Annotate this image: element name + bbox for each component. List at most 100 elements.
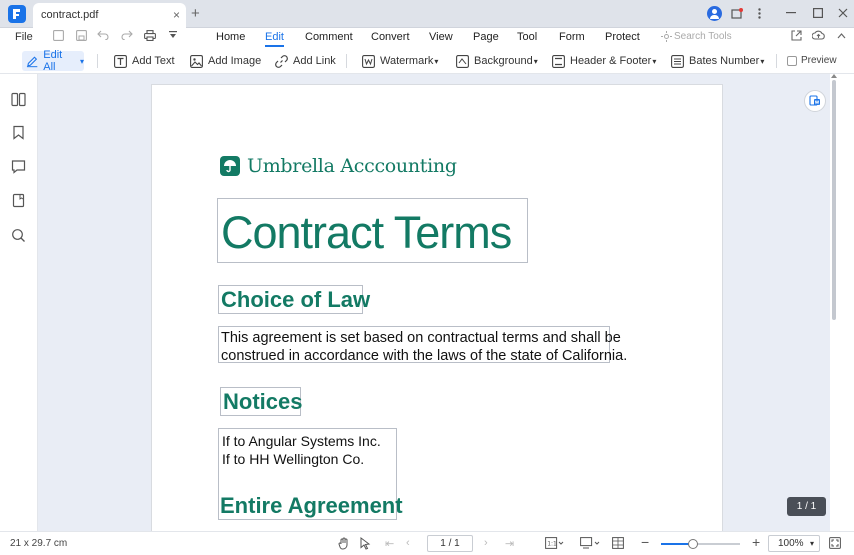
add-link-button[interactable]: Add Link [275, 51, 336, 71]
entire-agreement-heading: Entire Agreement [220, 493, 403, 518]
menu-edit[interactable]: Edit [265, 31, 284, 47]
scrollbar-thumb[interactable] [832, 80, 836, 320]
account-avatar-icon[interactable] [707, 6, 722, 21]
menu-view[interactable]: View [429, 31, 453, 43]
fullscreen-icon[interactable] [829, 537, 841, 549]
add-link-label: Add Link [293, 55, 336, 67]
menu-bar: File Home Edit Comment Convert View Page… [0, 28, 854, 48]
edit-pen-icon [26, 56, 38, 67]
watermark-label: Watermark [380, 55, 434, 67]
choice-of-law-body-box[interactable]: This agreement is set based on contractu… [218, 326, 627, 364]
zoom-level-select[interactable]: 100% ▾ [768, 535, 820, 552]
page-size-label: 21 x 29.7 cm [10, 538, 68, 549]
scroll-up-icon[interactable] [831, 74, 837, 78]
pdf-page: Umbrella Acccounting Contract Terms Choi… [151, 84, 723, 544]
add-image-icon [190, 54, 203, 68]
edit-all-button[interactable]: Edit All ▾ [22, 49, 84, 73]
title-bar: contract.pdf × + [0, 0, 854, 28]
next-page-icon[interactable]: › [484, 537, 488, 549]
thumbnails-icon[interactable] [11, 92, 26, 107]
toolbar-divider [97, 54, 98, 68]
page-title: Contract Terms [221, 207, 512, 258]
choice-of-law-heading-box[interactable]: Choice of Law [218, 285, 370, 314]
background-label: Background [474, 55, 533, 67]
print-icon[interactable] [143, 30, 157, 44]
header-footer-label: Header & Footer [570, 55, 652, 67]
previous-page-icon[interactable]: ‹ [406, 537, 410, 549]
notices-body-box[interactable]: If to Angular Systems Inc. If to HH Well… [218, 428, 403, 520]
notice-line: If to Angular Systems Inc. [222, 433, 381, 449]
menu-protect[interactable]: Protect [605, 31, 640, 43]
cloud-upload-icon[interactable] [811, 30, 825, 44]
notification-icon[interactable] [729, 4, 745, 22]
toolbar-divider [346, 54, 347, 68]
convert-to-word-button[interactable] [804, 90, 826, 112]
chevron-down-icon: ▾ [760, 56, 765, 66]
zoom-slider[interactable] [661, 539, 740, 549]
bates-number-label: Bates Number [689, 55, 760, 67]
customize-quick-access-icon[interactable] [166, 30, 180, 44]
document-tab[interactable]: contract.pdf × [33, 3, 186, 28]
first-page-icon[interactable]: ⇤ [385, 537, 394, 550]
actual-size-icon[interactable]: 1:1 [545, 537, 565, 549]
maximize-icon[interactable] [810, 4, 826, 22]
word-icon [809, 95, 820, 106]
link-icon [275, 54, 288, 68]
menu-page[interactable]: Page [473, 31, 499, 43]
undo-icon[interactable] [96, 30, 110, 44]
toolbar-divider [776, 54, 777, 68]
page-number-input[interactable]: 1 / 1 [427, 535, 473, 552]
redo-icon[interactable] [120, 30, 134, 44]
save-icon[interactable] [51, 30, 65, 44]
search-icon[interactable] [11, 228, 26, 243]
bates-number-dropdown[interactable]: Bates Number ▾ [671, 51, 764, 71]
zoom-slider-knob[interactable] [687, 539, 698, 549]
document-canvas: Umbrella Acccounting Contract Terms Choi… [38, 74, 830, 544]
left-sidebar [0, 74, 38, 531]
edit-all-label: Edit All [43, 49, 63, 73]
zoom-in-icon[interactable]: + [752, 534, 760, 550]
menu-form[interactable]: Form [559, 31, 585, 43]
notices-heading-box[interactable]: Notices [220, 387, 302, 416]
add-image-button[interactable]: Add Image [190, 51, 261, 71]
watermark-dropdown[interactable]: Watermark ▾ [362, 51, 438, 71]
share-icon[interactable] [789, 30, 803, 44]
page-indicator-badge: 1 / 1 [787, 497, 826, 516]
attachment-icon[interactable] [11, 193, 26, 208]
comment-icon[interactable] [11, 159, 26, 174]
search-tools-input[interactable]: Search Tools [674, 31, 732, 42]
last-page-icon[interactable]: ⇥ [505, 537, 514, 550]
menu-convert[interactable]: Convert [371, 31, 410, 43]
save-as-icon[interactable] [74, 30, 88, 44]
close-window-icon[interactable] [835, 4, 851, 22]
zoom-out-icon[interactable]: − [641, 534, 649, 550]
preview-checkbox[interactable] [787, 56, 797, 66]
header-footer-icon [552, 54, 565, 68]
more-options-icon[interactable] [752, 4, 766, 22]
menu-comment[interactable]: Comment [305, 31, 353, 43]
tab-close-icon[interactable]: × [173, 8, 180, 22]
select-tool-icon[interactable] [360, 537, 371, 550]
two-page-view-icon[interactable] [612, 537, 624, 549]
chevron-down-icon: ▾ [809, 539, 814, 548]
search-tools-icon [659, 31, 673, 45]
page-display-icon[interactable] [580, 537, 602, 549]
hand-tool-icon[interactable] [338, 537, 350, 550]
minimize-icon[interactable] [783, 4, 799, 22]
chevron-down-icon: ▾ [652, 56, 657, 66]
file-menu[interactable]: File [15, 31, 33, 43]
background-dropdown[interactable]: Background ▾ [456, 51, 538, 71]
bookmark-icon[interactable] [11, 125, 26, 140]
brand-name: Umbrella Acccounting [247, 155, 457, 177]
menu-home[interactable]: Home [216, 31, 245, 43]
brand-header: Umbrella Acccounting [220, 155, 457, 177]
header-footer-dropdown[interactable]: Header & Footer ▾ [552, 51, 656, 71]
title-text-box[interactable]: Contract Terms [217, 198, 528, 263]
new-tab-icon[interactable]: + [191, 5, 200, 22]
add-text-icon [114, 54, 127, 68]
add-text-button[interactable]: Add Text [114, 51, 175, 71]
menu-tool[interactable]: Tool [517, 31, 537, 43]
vertical-scrollbar[interactable] [830, 74, 854, 531]
collapse-ribbon-icon[interactable] [834, 30, 848, 44]
add-image-label: Add Image [208, 55, 262, 67]
